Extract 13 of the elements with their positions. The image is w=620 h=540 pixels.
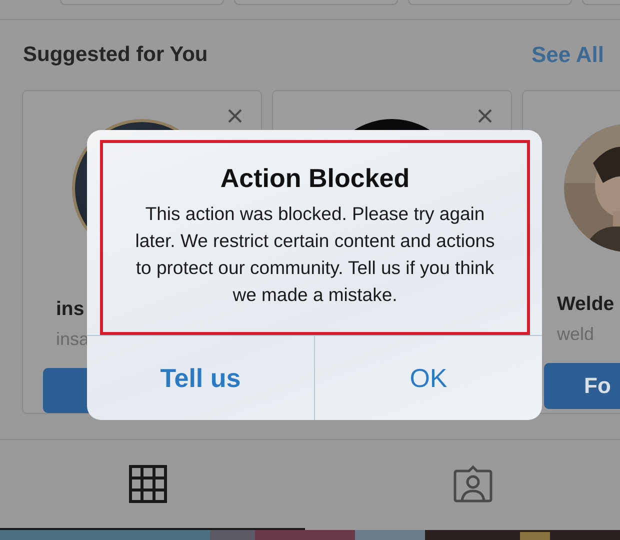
dialog-button[interactable]: Tell us xyxy=(87,336,314,420)
section-title: Suggested for You xyxy=(23,42,208,67)
see-all-link[interactable]: See All xyxy=(531,42,604,68)
close-icon[interactable] xyxy=(227,108,243,124)
tagged-person-icon xyxy=(452,465,492,504)
dialog-message: This action was blocked. Please try again later. We restrict certain content and actions to protect our community. Tell us if you think we made a mistake. xyxy=(134,202,496,307)
dialog-title: Action Blocked xyxy=(220,163,410,194)
close-icon[interactable] xyxy=(477,108,493,124)
follow-button[interactable]: Fo xyxy=(544,362,620,409)
dialog-button[interactable]: OK xyxy=(314,336,542,420)
user-name: Welde xyxy=(557,292,614,316)
user-name: ins xyxy=(56,298,84,321)
grid-icon xyxy=(128,465,166,504)
